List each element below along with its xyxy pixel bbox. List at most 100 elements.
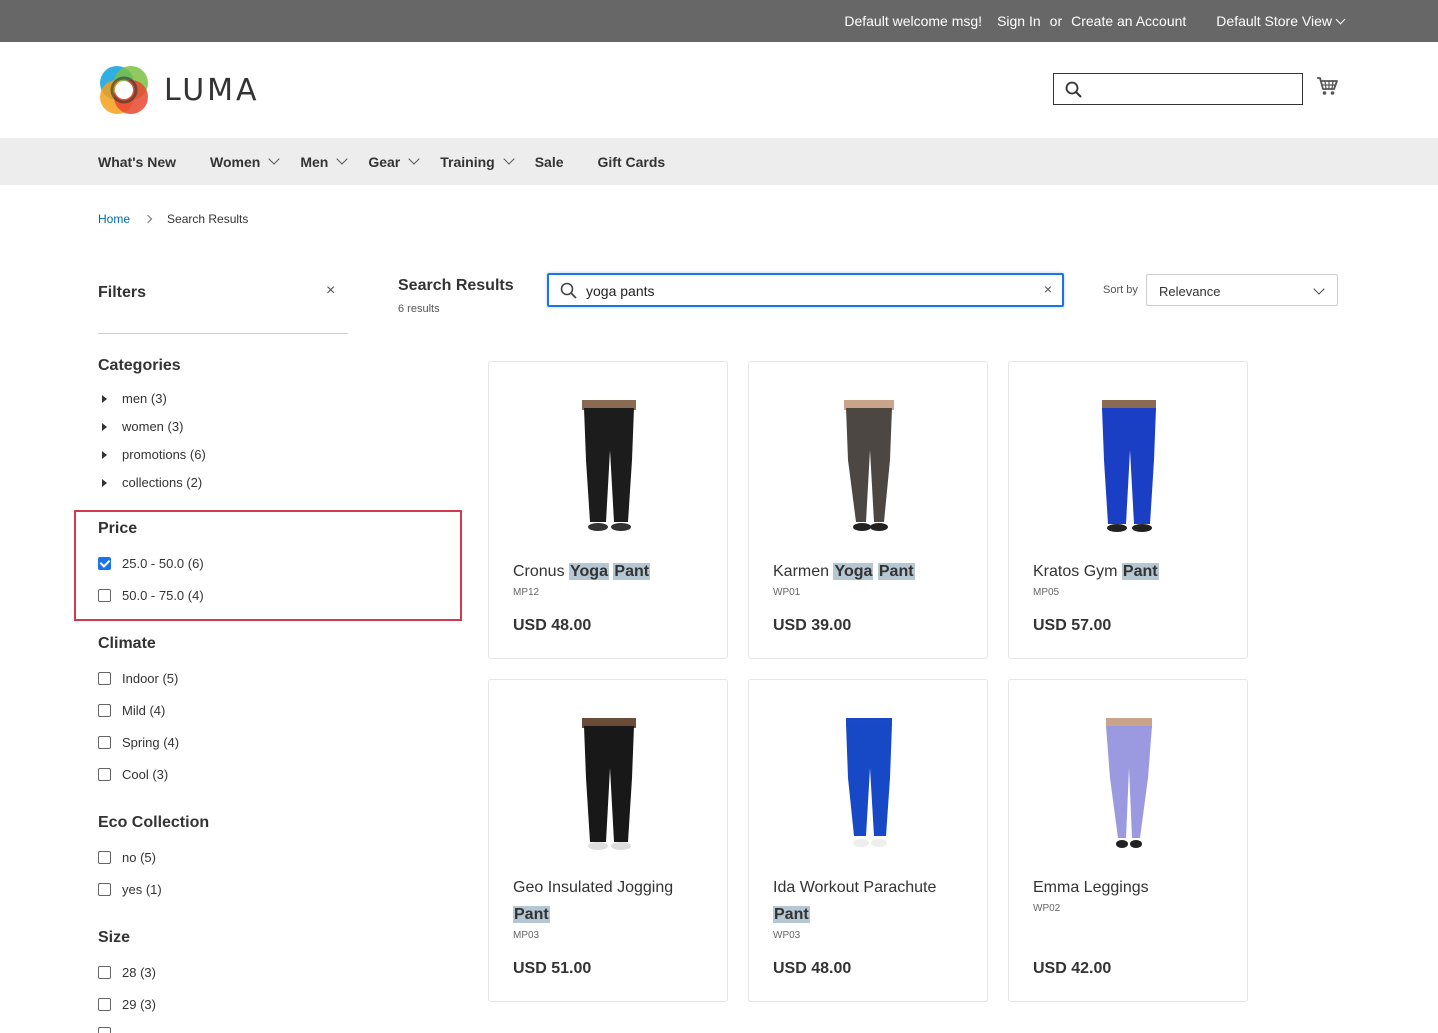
nav-label: What's New xyxy=(98,153,177,170)
search-icon[interactable] xyxy=(1065,81,1083,99)
product-name[interactable]: Cronus Yoga Pant xyxy=(513,558,713,585)
sort-by-label: Sort by xyxy=(1103,284,1138,296)
product-card[interactable]: Karmen Yoga Pant WP01 USD 39.00 xyxy=(748,361,988,659)
size-option[interactable]: 29 (3) xyxy=(98,997,156,1012)
checkbox[interactable] xyxy=(98,998,111,1011)
luma-logo-icon xyxy=(100,66,148,114)
product-card[interactable]: Ida Workout Parachute Pant WP03 USD 48.0… xyxy=(748,679,988,1002)
create-account-link[interactable]: Create an Account xyxy=(1071,13,1186,29)
checkbox[interactable] xyxy=(98,1027,111,1033)
checkbox[interactable] xyxy=(98,672,111,685)
chevron-right-icon xyxy=(143,214,153,224)
breadcrumb-current: Search Results xyxy=(167,212,249,226)
price-option-label: 25.0 - 50.0 (6) xyxy=(122,556,204,571)
product-image[interactable] xyxy=(749,400,989,535)
eco-collection-title: Eco Collection xyxy=(98,814,210,831)
nav-whats-new[interactable]: What's New xyxy=(98,154,176,170)
checkbox-checked[interactable] xyxy=(98,557,111,570)
product-card[interactable]: Cronus Yoga Pant MP12 USD 48.00 xyxy=(488,361,728,659)
sign-in-link[interactable]: Sign In xyxy=(997,13,1041,29)
product-sku: MP03 xyxy=(513,930,540,941)
checkbox[interactable] xyxy=(98,589,111,602)
store-view-label: Default Store View xyxy=(1216,13,1332,29)
results-search-input[interactable]: yoga pants × xyxy=(547,273,1064,307)
checkbox[interactable] xyxy=(98,768,111,781)
product-sku: MP05 xyxy=(1033,587,1060,598)
nav-gift-cards[interactable]: Gift Cards xyxy=(598,154,666,170)
breadcrumb-home[interactable]: Home xyxy=(98,212,130,226)
product-card[interactable]: Emma Leggings WP02 USD 42.00 xyxy=(1008,679,1248,1002)
product-card[interactable]: Geo Insulated Jogging Pant MP03 USD 51.0… xyxy=(488,679,728,1002)
name-text: Geo Insulated Jogging xyxy=(513,879,674,896)
chevron-down-icon xyxy=(336,152,348,165)
clear-icon[interactable]: × xyxy=(1044,281,1052,297)
product-name[interactable]: Emma Leggings xyxy=(1033,874,1233,901)
price-option[interactable]: 25.0 - 50.0 (6) xyxy=(98,556,204,571)
size-option[interactable]: 28 (3) xyxy=(98,965,156,980)
eco-option[interactable]: yes (1) xyxy=(98,882,162,897)
product-price: USD 39.00 xyxy=(773,617,852,634)
climate-option-label: Mild (4) xyxy=(122,703,166,718)
header-search[interactable] xyxy=(1053,73,1303,105)
name-text: Cronus xyxy=(513,563,565,580)
filters-title: Filters xyxy=(98,284,147,301)
eco-option[interactable]: no (5) xyxy=(98,850,156,865)
product-image[interactable] xyxy=(489,400,729,535)
logo-text: LUMA xyxy=(164,72,260,108)
climate-option-label: Spring (4) xyxy=(122,735,180,750)
category-item[interactable]: women (3) xyxy=(102,419,183,434)
highlight-term: Pant xyxy=(1121,563,1159,580)
nav-men[interactable]: Men xyxy=(300,152,348,170)
price-option[interactable]: 50.0 - 75.0 (4) xyxy=(98,588,204,603)
nav-sale[interactable]: Sale xyxy=(535,154,564,170)
results-count: 6 results xyxy=(398,303,440,315)
product-image[interactable] xyxy=(749,718,989,853)
name-text: Emma Leggings xyxy=(1033,879,1149,896)
climate-option[interactable]: Mild (4) xyxy=(98,703,165,718)
header-search-input[interactable] xyxy=(1090,78,1290,100)
product-name[interactable]: Ida Workout Parachute Pant xyxy=(773,874,973,928)
product-name[interactable]: Karmen Yoga Pant xyxy=(773,558,973,585)
climate-option[interactable]: Indoor (5) xyxy=(98,671,178,686)
product-card[interactable]: Kratos Gym Pant MP05 USD 57.00 xyxy=(1008,361,1248,659)
highlight-term: Pant xyxy=(613,563,651,580)
category-item[interactable]: promotions (6) xyxy=(102,447,206,462)
category-item[interactable]: collections (2) xyxy=(102,475,202,490)
nav-women[interactable]: Women xyxy=(210,152,280,170)
main-nav: What's New Women Men Gear Training Sale … xyxy=(0,138,1438,185)
caret-right-icon xyxy=(102,422,107,431)
category-label: collections (2) xyxy=(122,475,203,490)
name-text: Kratos Gym xyxy=(1033,563,1118,580)
cart-icon[interactable] xyxy=(1316,76,1338,96)
checkbox[interactable] xyxy=(98,966,111,979)
sort-select[interactable]: Relevance xyxy=(1146,274,1338,306)
size-option[interactable] xyxy=(98,1027,122,1033)
chevron-down-icon xyxy=(408,152,420,165)
nav-label: Training xyxy=(440,153,495,170)
checkbox[interactable] xyxy=(98,883,111,896)
store-view-switcher[interactable]: Default Store View xyxy=(1201,13,1346,29)
climate-option[interactable]: Spring (4) xyxy=(98,735,179,750)
nav-training[interactable]: Training xyxy=(440,152,515,170)
checkbox[interactable] xyxy=(98,704,111,717)
product-name[interactable]: Geo Insulated Jogging Pant xyxy=(513,874,713,928)
product-image[interactable] xyxy=(1009,400,1249,535)
filters-close-icon[interactable]: × xyxy=(326,282,335,300)
results-title: Search Results xyxy=(398,277,514,294)
product-image[interactable] xyxy=(489,718,729,853)
product-image[interactable] xyxy=(1009,718,1249,853)
name-text: Ida Workout Parachute xyxy=(773,879,937,896)
sort-value: Relevance xyxy=(1159,284,1221,299)
climate-option[interactable]: Cool (3) xyxy=(98,767,168,782)
product-sku: MP12 xyxy=(513,587,540,598)
checkbox[interactable] xyxy=(98,851,111,864)
product-price: USD 51.00 xyxy=(513,960,592,977)
product-name[interactable]: Kratos Gym Pant xyxy=(1033,558,1233,585)
category-item[interactable]: men (3) xyxy=(102,391,167,406)
climate-title: Climate xyxy=(98,635,156,652)
header: LUMA xyxy=(0,42,1438,138)
nav-gear[interactable]: Gear xyxy=(368,152,420,170)
luma-logo[interactable]: LUMA xyxy=(98,64,260,116)
category-label: promotions (6) xyxy=(122,447,206,462)
checkbox[interactable] xyxy=(98,736,111,749)
